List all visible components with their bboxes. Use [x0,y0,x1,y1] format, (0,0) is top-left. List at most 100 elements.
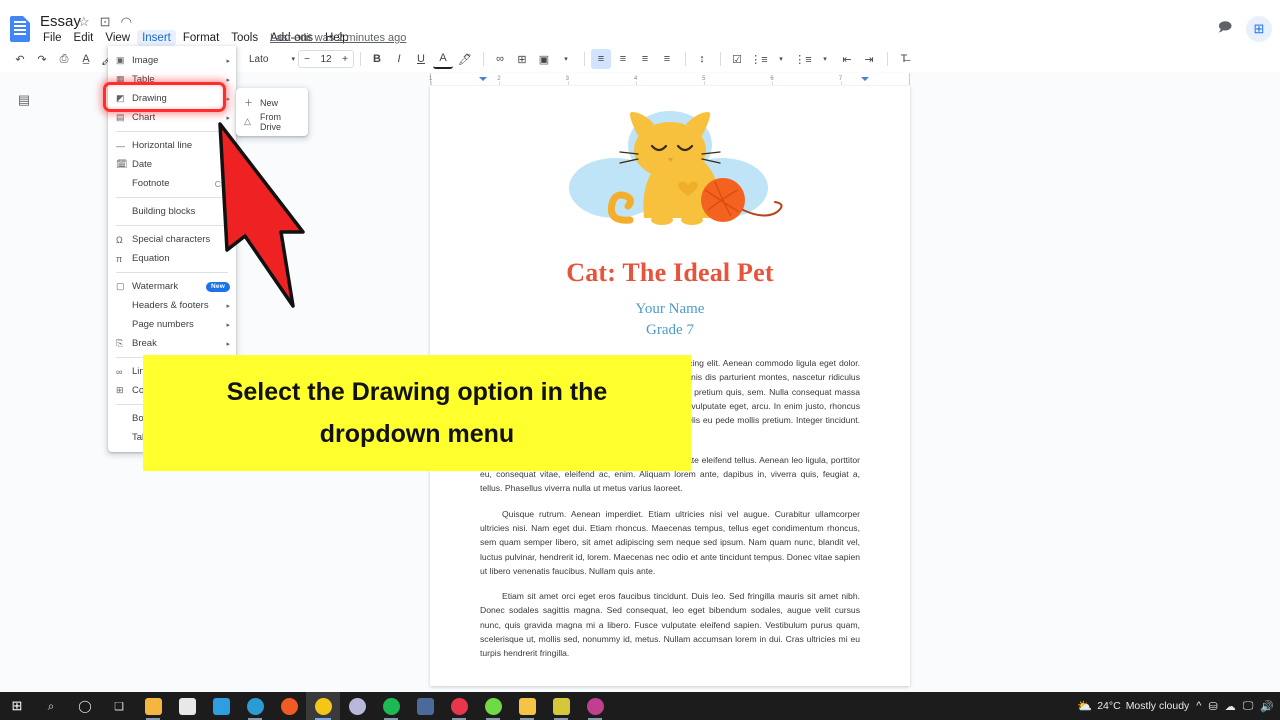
document-heading[interactable]: Cat: The Ideal Pet [430,258,910,288]
menu-item-chart[interactable]: ▤ Chart ▸ [108,108,236,127]
font-size-increase[interactable]: + [337,54,353,65]
taskbar-photo-editor[interactable] [578,692,612,720]
body-paragraph[interactable]: Etiam sit amet orci eget eros faucibus t… [480,589,860,660]
increase-indent-button[interactable]: ⇥ [859,49,879,69]
taskbar-elementor[interactable] [442,692,476,720]
document-author[interactable]: Your Name [430,300,910,319]
chevron-down-icon[interactable]: ▾ [556,49,576,69]
menu-file[interactable]: File [38,30,67,46]
taskbar-spotify[interactable] [374,692,408,720]
submenu-item-from-drive[interactable]: △ From Drive [236,112,308,132]
menu-item-horizontal-line[interactable]: — Horizontal line [108,136,236,155]
bulleted-list-button[interactable]: ⋮≡ [749,49,769,69]
insert-link-icon[interactable]: ∞ [490,49,510,69]
body-paragraph[interactable]: Quisque rutrum. Aenean imperdiet. Etiam … [480,507,860,578]
taskbar-notepad[interactable] [510,692,544,720]
menu-edit[interactable]: Edit [69,30,99,46]
chevron-down-icon[interactable]: ▾ [815,49,835,69]
taskbar-calculator[interactable] [408,692,442,720]
document-grade[interactable]: Grade 7 [430,321,910,340]
move-folder-icon[interactable]: ⊡ [100,15,111,29]
search-button[interactable]: ⌕ [34,692,68,720]
taskbar-file-explorer[interactable] [136,692,170,720]
taskbar-paint[interactable] [340,692,374,720]
instruction-callout: Select the Drawing option in the dropdow… [143,355,691,471]
taskbar-upwork[interactable] [476,692,510,720]
menu-item-special-characters[interactable]: Ω Special characters [108,230,236,249]
menu-item-date[interactable]: 🗓 Date [108,155,236,174]
menu-item-break[interactable]: ⎘ Break ▸ [108,334,236,353]
onedrive-icon[interactable]: ⛁ [1208,700,1217,713]
taskbar-canva[interactable] [544,692,578,720]
font-name-dropdown[interactable]: Lato ▾ [246,50,298,68]
star-icon[interactable]: ☆ [78,15,90,29]
menu-item-equation[interactable]: π Equation [108,249,236,268]
align-center-button[interactable]: ≡ [613,49,633,69]
last-edit-label[interactable]: Last edit was 2 minutes ago [270,32,406,44]
comment-history-icon[interactable]: 🗩 [1214,19,1236,39]
undo-icon[interactable]: ↶ [10,49,30,69]
menu-item-building-blocks[interactable]: Building blocks [108,202,236,221]
taskbar-store[interactable] [170,692,204,720]
align-justify-button[interactable]: ≡ [657,49,677,69]
cortana-button[interactable]: ◯ [68,692,102,720]
bold-button[interactable]: B [367,49,387,69]
submenu-item-new[interactable]: ＋ New [236,93,308,112]
add-comment-icon[interactable]: ⊞ [512,49,532,69]
menu-item-footnote[interactable]: Footnote Ctrl [108,174,236,193]
menu-tools[interactable]: Tools [226,30,263,46]
right-indent-marker[interactable] [861,77,869,85]
cloud-status-icon[interactable]: ◠ [121,15,132,29]
align-right-button[interactable]: ≡ [635,49,655,69]
edge-icon [246,697,264,715]
left-indent-marker[interactable] [479,77,487,85]
start-button[interactable]: ⊞ [0,692,34,720]
redo-icon[interactable]: ↷ [32,49,52,69]
underline-button[interactable]: U [411,49,431,69]
align-left-button[interactable]: ≡ [591,49,611,69]
checklist-button[interactable]: ☑ [727,49,747,69]
document-title[interactable]: Essay [40,13,81,30]
taskbar-firefox[interactable] [272,692,306,720]
menu-item-label: Table [132,74,155,85]
highlight-color-button[interactable]: 🖊 [455,49,475,69]
print-icon[interactable]: ⎙ [54,49,74,69]
spelling-check-icon[interactable]: A̲ [76,49,96,69]
font-size-stepper[interactable]: − 12 + [298,50,354,68]
menu-item-page-numbers[interactable]: Page numbers ▸ [108,315,236,334]
cloud-icon[interactable]: ☁ [1225,700,1236,713]
taskbar-mail[interactable] [204,692,238,720]
italic-button[interactable]: I [389,49,409,69]
drawing-submenu[interactable]: ＋ New △ From Drive [236,88,308,136]
volume-icon[interactable]: 🔊 [1260,700,1274,713]
google-docs-logo-icon[interactable] [10,16,30,42]
menu-format[interactable]: Format [178,30,224,46]
menu-item-watermark[interactable]: ▢ Watermark New [108,277,236,296]
font-size-value[interactable]: 12 [315,54,337,65]
menu-insert[interactable]: Insert [137,30,176,46]
font-size-decrease[interactable]: − [299,54,315,65]
line-spacing-button[interactable]: ↕ [692,49,712,69]
menu-item-image[interactable]: ▣ Image ▸ [108,51,236,70]
show-hidden-icons-chevron-up-icon[interactable]: ^ [1196,700,1201,712]
menu-item-headers-footers[interactable]: Headers & footers ▸ [108,296,236,315]
horizontal-ruler[interactable]: 1 2 3 4 5 6 7 [429,73,910,85]
text-color-button[interactable]: A [433,49,453,69]
taskbar-edge[interactable] [238,692,272,720]
task-view-button[interactable]: ❑ [102,692,136,720]
show-outline-button[interactable]: ▤ [14,90,34,110]
weather-widget[interactable]: ⛅ 24°C Mostly cloudy [1077,699,1189,713]
insert-image-icon[interactable]: ▣ [534,49,554,69]
present-icon[interactable]: ⊞ [1246,16,1272,42]
chrome-icon [314,697,332,715]
menu-item-table[interactable]: ▦ Table ▸ [108,70,236,89]
clear-formatting-button[interactable]: T̶ [894,49,914,69]
menu-item-drawing[interactable]: ◩ Drawing ▸ [108,89,236,108]
chevron-down-icon: ▾ [291,56,295,63]
numbered-list-button[interactable]: ⋮≡ [793,49,813,69]
menu-view[interactable]: View [100,30,135,46]
chevron-down-icon[interactable]: ▾ [771,49,791,69]
decrease-indent-button[interactable]: ⇤ [837,49,857,69]
taskbar-chrome[interactable] [306,692,340,720]
network-icon[interactable]: 🖵 [1243,700,1254,713]
